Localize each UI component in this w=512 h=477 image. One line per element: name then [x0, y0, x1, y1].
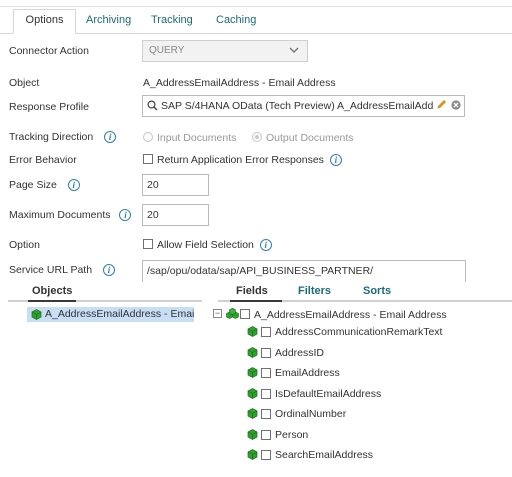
object-value: A_AddressEmailAddress - Email Address	[143, 77, 336, 89]
option-label: Option	[9, 239, 40, 251]
field-label: SearchEmailAddress	[275, 449, 374, 461]
chevron-down-icon	[288, 44, 300, 59]
info-icon[interactable]: i	[67, 179, 80, 191]
checkbox-icon[interactable]	[240, 309, 250, 319]
green-cube-icon	[247, 387, 258, 399]
tracking-input-radio[interactable]: Input Documents	[143, 132, 236, 144]
connector-action-select[interactable]: QUERY	[142, 40, 308, 62]
page-size-label: Page Size i	[9, 179, 80, 191]
object-list-item[interactable]: A_AddressEmailAddress - Email	[27, 307, 194, 322]
fields-tab-underline	[218, 300, 512, 302]
checkbox-icon	[143, 154, 153, 164]
maximum-documents-text: Maximum Documents	[9, 209, 111, 221]
allow-field-selection-label: Allow Field Selection	[157, 239, 254, 251]
page-size-input[interactable]: 20	[142, 174, 209, 196]
green-cube-icon	[247, 408, 258, 419]
field-label: Person	[275, 428, 309, 441]
green-cube-icon	[247, 449, 258, 460]
connector-action-value: QUERY	[149, 45, 185, 56]
tab-sorts[interactable]: Sorts	[363, 285, 391, 297]
service-url-text: Service URL Path	[9, 264, 93, 276]
objects-tab-underline	[8, 300, 202, 302]
green-cubes-icon	[226, 307, 240, 322]
green-cube-icon	[247, 428, 258, 440]
tracking-direction-label: Tracking Direction i	[9, 131, 117, 143]
field-label: AddressCommunicationRemarkText	[275, 326, 443, 338]
checkbox-icon[interactable]	[261, 368, 271, 378]
field-label: EmailAddress	[275, 367, 340, 379]
pencil-icon[interactable]	[434, 99, 447, 113]
error-behavior-checkbox[interactable]: Return Application Error Responses i	[143, 154, 342, 166]
service-url-label: Service URL Path i	[9, 264, 115, 276]
tab-filters[interactable]: Filters	[298, 285, 331, 297]
field-label: AddressID	[275, 346, 325, 359]
tracking-direction-text: Tracking Direction	[9, 131, 94, 143]
tracking-output-radio[interactable]: Output Documents	[252, 132, 354, 144]
objects-tab-active-indicator	[28, 300, 76, 302]
search-icon[interactable]	[147, 100, 158, 114]
clear-icon[interactable]	[451, 100, 461, 113]
green-cube-icon	[247, 346, 258, 358]
checkbox-icon[interactable]	[261, 327, 271, 337]
tab-archiving[interactable]: Archiving	[86, 14, 131, 26]
service-url-input[interactable]: /sap/opu/odata/sap/API_BUSINESS_PARTNER/	[142, 260, 466, 282]
tab-options[interactable]: Options	[13, 9, 76, 34]
fields-tree-root-label: A_AddressEmailAddress - Email Address	[254, 309, 447, 321]
field-label: OrdinalNumber	[275, 408, 347, 420]
radio-selected-icon	[252, 132, 262, 142]
info-icon[interactable]: i	[102, 264, 115, 276]
fields-tree-root[interactable]: A_AddressEmailAddress - Email Address	[226, 307, 447, 321]
page-size-text: Page Size	[9, 179, 57, 191]
response-profile-value: SAP S/4HANA OData (Tech Preview) A_Addre…	[161, 100, 437, 112]
tracking-input-label: Input Documents	[157, 132, 237, 144]
tab-caching[interactable]: Caching	[216, 14, 256, 26]
field-label: IsDefaultEmailAddress	[275, 387, 382, 400]
green-cube-icon	[31, 309, 42, 320]
checkbox-icon[interactable]	[261, 409, 271, 419]
maximum-documents-input[interactable]: 20	[142, 204, 209, 226]
info-icon[interactable]: i	[329, 154, 342, 166]
checkbox-icon[interactable]	[261, 450, 271, 460]
connector-action-label: Connector Action	[9, 45, 89, 57]
info-icon[interactable]: i	[104, 131, 117, 143]
checkbox-icon[interactable]	[261, 429, 271, 440]
green-cube-icon	[247, 326, 258, 337]
tab-bar: Options Archiving Tracking Caching	[0, 9, 512, 34]
checkbox-icon	[143, 239, 153, 249]
radio-icon	[143, 132, 153, 142]
object-list-item-label: A_AddressEmailAddress - Email	[45, 308, 194, 320]
object-label: Object	[9, 77, 40, 89]
info-icon[interactable]: i	[119, 209, 132, 221]
response-profile-field[interactable]: SAP S/4HANA OData (Tech Preview) A_Addre…	[142, 95, 465, 117]
error-behavior-label: Error Behavior	[9, 154, 77, 166]
tab-tracking[interactable]: Tracking	[151, 14, 193, 26]
response-profile-label: Response Profile	[9, 101, 89, 113]
top-divider	[0, 6, 512, 7]
info-icon[interactable]: i	[259, 239, 272, 251]
maximum-documents-label: Maximum Documents i	[9, 209, 132, 221]
allow-field-selection-checkbox[interactable]: Allow Field Selection i	[143, 239, 272, 251]
tracking-output-label: Output Documents	[266, 132, 354, 144]
tab-objects[interactable]: Objects	[32, 285, 72, 297]
minus-icon[interactable]: −	[213, 309, 222, 318]
tab-fields[interactable]: Fields	[236, 285, 268, 297]
checkbox-icon[interactable]	[261, 388, 271, 399]
green-cube-icon	[247, 367, 258, 378]
checkbox-icon[interactable]	[261, 347, 271, 358]
error-behavior-checkbox-label: Return Application Error Responses	[157, 154, 324, 166]
fields-tab-active-indicator	[230, 300, 282, 302]
